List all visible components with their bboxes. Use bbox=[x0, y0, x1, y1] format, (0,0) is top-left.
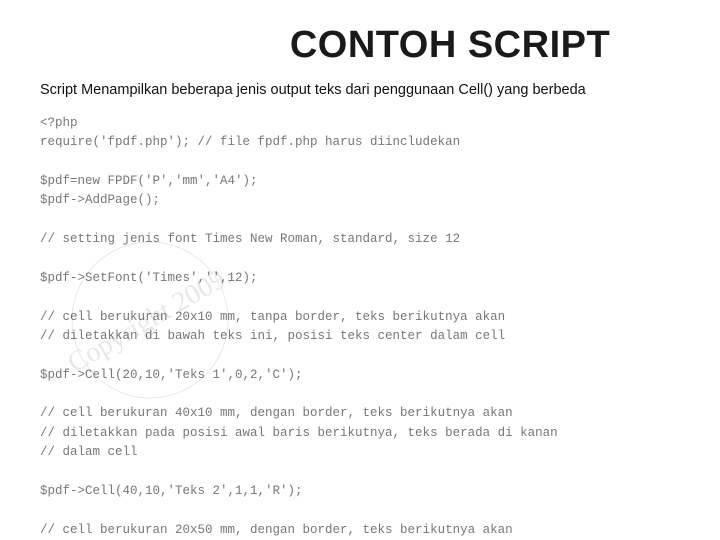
slide: Copyright 2009. CONTOH SCRIPT Script Men… bbox=[0, 0, 720, 540]
page-title: CONTOH SCRIPT bbox=[220, 24, 680, 67]
code-block: <?php require('fpdf.php'); // file fpdf.… bbox=[40, 114, 680, 540]
subtitle-text: Script Menampilkan beberapa jenis output… bbox=[40, 81, 680, 100]
